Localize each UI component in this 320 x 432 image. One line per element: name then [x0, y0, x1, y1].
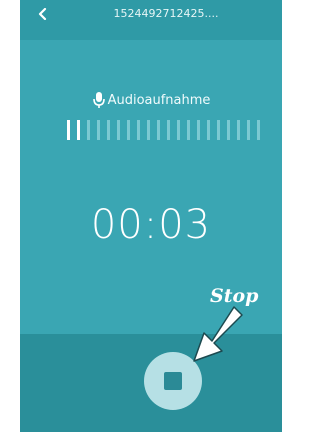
level-bar [207, 120, 210, 140]
microphone-icon [92, 91, 106, 109]
level-bar [167, 120, 170, 140]
level-bar [197, 120, 200, 140]
audio-level-meter [67, 120, 277, 140]
level-bar [117, 120, 120, 140]
level-bar [257, 120, 260, 140]
level-bar [97, 120, 100, 140]
level-bar [77, 120, 80, 140]
level-bar [217, 120, 220, 140]
level-bar [137, 120, 140, 140]
recording-label: Audioaufnahme [107, 92, 211, 108]
recording-title: 1524492712425.... [113, 7, 219, 20]
level-bar [67, 120, 70, 140]
recorder-screen: 1524492712425.... Audioaufnahme 00:03 St… [20, 0, 282, 432]
level-bar [147, 120, 150, 140]
chevron-left-icon [38, 8, 47, 20]
level-bar [237, 120, 240, 140]
level-bar [107, 120, 110, 140]
back-button[interactable] [34, 5, 52, 23]
recording-timer: 00:03 [90, 202, 212, 248]
level-bar [177, 120, 180, 140]
level-bar [127, 120, 130, 140]
level-bar [227, 120, 230, 140]
level-bar [157, 120, 160, 140]
level-bar [247, 120, 250, 140]
top-bar: 1524492712425.... [20, 0, 282, 40]
arrow-icon [193, 306, 243, 362]
stop-icon [164, 372, 182, 390]
level-bar [87, 120, 90, 140]
level-bar [187, 120, 190, 140]
recording-label-row: Audioaufnahme [20, 91, 282, 109]
